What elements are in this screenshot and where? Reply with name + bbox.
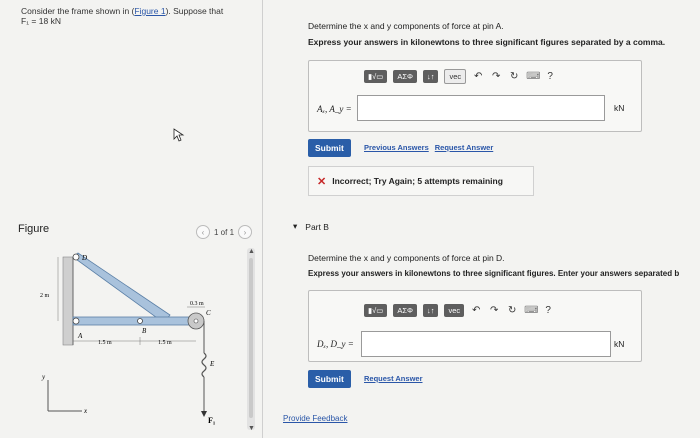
problem-text-prefix: Consider the frame shown in ( [21,6,135,16]
part-a-answer-box: ▮√▭ ΑΣΦ ↓↑ vec ↶ ↷ ↻ ⌨ ? Aₓ, A_y = kN [308,60,642,132]
label-a: A [77,332,83,340]
arrows-button-b[interactable]: ↓↑ [422,304,439,317]
pin-d [72,253,80,261]
part-b-answer-box: ▮√▭ ΑΣΦ ↓↑ vec ↶ ↷ ↻ ⌨ ? Dₓ, D_y = kN [308,290,642,362]
part-b-unit: kN [614,339,625,349]
dim-0-3m: 0.3 m [190,301,204,307]
vec-button-b[interactable]: vec [444,304,465,317]
templates-button[interactable]: ▮√▭ [364,70,388,83]
given-force: F₁ = 18 kN [21,16,61,26]
part-a-answer-input[interactable] [357,95,605,121]
part-a-instruction: Express your answers in kilonewtons to t… [308,37,666,47]
previous-answers-link[interactable]: Previous Answers [364,143,429,152]
pin-b [137,318,143,324]
part-a-toolbar: ▮√▭ ΑΣΦ ↓↑ vec ↶ ↷ ↻ ⌨ ? [364,69,556,84]
part-a-unit: kN [614,103,625,113]
incorrect-icon: ✕ [317,175,327,188]
label-force-f1: F₁ [208,416,216,425]
keyboard-icon-b[interactable]: ⌨ [524,305,538,316]
undo-icon-b[interactable]: ↶ [470,305,482,316]
label-e: E [209,360,215,368]
figure-scrollbar[interactable]: ▲ ▼ [247,248,255,432]
undo-icon[interactable]: ↶ [472,71,484,82]
axis-y-label: y [41,373,46,381]
part-b-question: Determine the x and y components of forc… [308,253,505,263]
keyboard-icon[interactable]: ⌨ [526,71,540,82]
part-a-links: Previous Answers Request Answer [364,143,493,152]
redo-icon-b[interactable]: ↷ [488,305,500,316]
axis-x-label: x [83,407,88,415]
prev-figure-button[interactable]: ‹ [196,225,210,239]
part-b-submit-button[interactable]: Submit [308,370,351,388]
reset-icon[interactable]: ↻ [508,71,520,82]
reset-icon-b[interactable]: ↻ [506,305,518,316]
figure-link[interactable]: Figure 1 [134,6,165,16]
dim-1-5m-b: 1.5 m [158,340,172,346]
part-b-answer-input[interactable] [361,331,611,357]
label-d: D [81,254,87,262]
greek-button-b[interactable]: ΑΣΦ [393,304,417,317]
spring-e [201,352,207,378]
part-b-toolbar: ▮√▭ ΑΣΦ ↓↑ vec ↶ ↷ ↻ ⌨ ? [364,304,554,317]
member-dc [72,252,171,324]
redo-icon[interactable]: ↷ [490,71,502,82]
pin-a [72,317,80,325]
problem-statement: Consider the frame shown in (Figure 1). … [21,6,251,26]
part-b-input-label: Dₓ, D_y = [317,339,354,349]
vec-button[interactable]: vec [444,69,467,84]
problem-text-suffix: ). Suppose that [165,6,224,16]
member-ac [72,316,197,326]
scroll-track[interactable] [249,258,253,418]
pager-text: 1 of 1 [214,227,235,237]
mouse-cursor-icon [173,128,185,142]
help-icon-b[interactable]: ? [542,305,554,316]
figure-pager: ‹ 1 of 1 › [196,225,253,239]
next-figure-button[interactable]: › [238,225,253,239]
part-b-title: Part B [305,221,329,232]
part-b-header[interactable]: ▾ Part B [293,221,329,232]
dim-2m: 2 m [40,293,50,299]
scroll-up-icon[interactable]: ▲ [248,248,255,255]
frame-figure: D A B C E 2 m 1.5 m 1.5 m 0.3 m F₁ y x [40,252,216,425]
collapse-arrow-icon[interactable]: ▾ [293,221,297,232]
feedback-text: Incorrect; Try Again; 5 attempts remaini… [332,176,503,186]
panel-divider [262,0,263,438]
arrows-button[interactable]: ↓↑ [422,70,439,83]
part-a-submit-button[interactable]: Submit [308,139,351,157]
figure-heading: Figure [18,223,50,235]
part-a-input-label: Aₓ, A_y = [317,104,352,114]
scroll-down-icon[interactable]: ▼ [248,425,255,432]
help-icon[interactable]: ? [544,71,556,82]
part-b-instruction: Express your answers in kilonewtons to t… [308,269,680,278]
provide-feedback-link[interactable]: Provide Feedback [283,414,347,423]
part-a-request-answer-link[interactable]: Request Answer [435,143,494,152]
dim-1-5m-a: 1.5 m [98,340,112,346]
part-a-feedback: ✕ Incorrect; Try Again; 5 attempts remai… [308,166,534,196]
label-c: C [206,309,211,317]
templates-button-b[interactable]: ▮√▭ [364,304,388,317]
label-b: B [142,327,147,335]
part-a-question: Determine the x and y components of forc… [308,21,504,31]
part-b-request-answer-link[interactable]: Request Answer [364,374,423,383]
greek-button[interactable]: ΑΣΦ [393,70,417,83]
